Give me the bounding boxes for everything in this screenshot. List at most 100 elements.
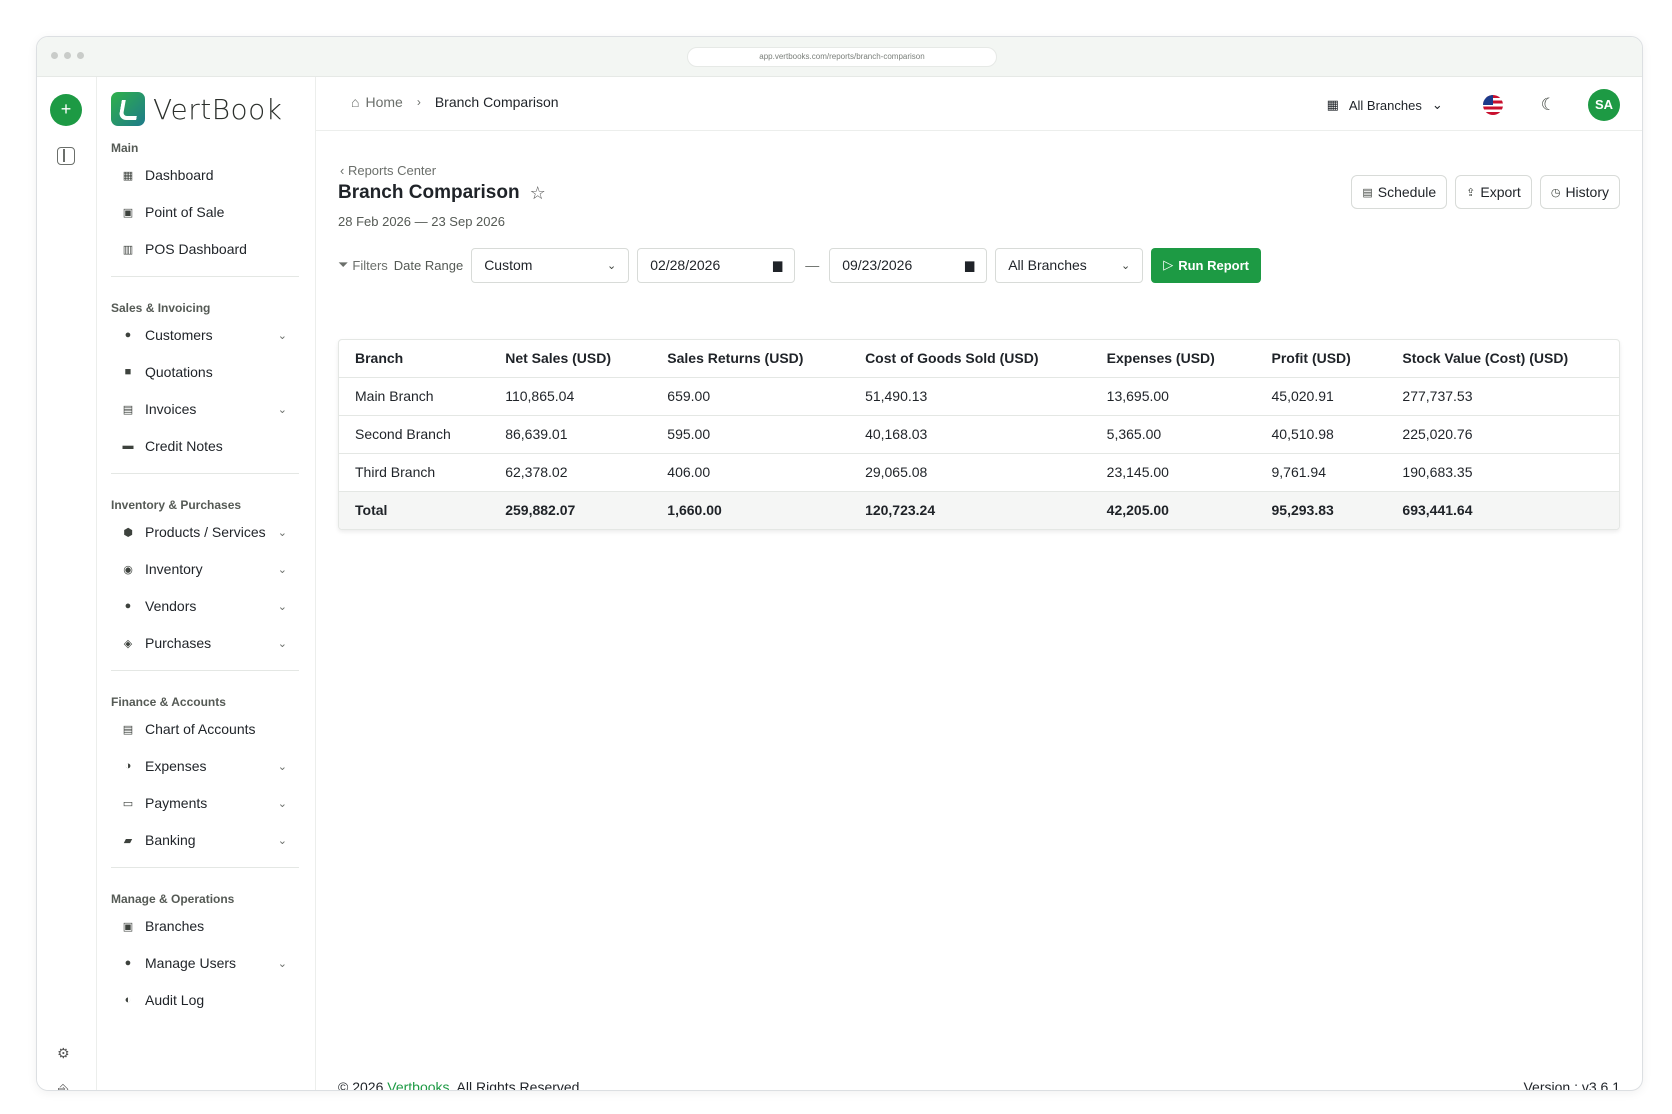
sidebar-item-products-services[interactable]: ⬢ Products / Services ⌄ (121, 518, 287, 546)
sidebar-item-inventory[interactable]: ◉ Inventory ⌄ (121, 555, 287, 583)
sidebar-item-quotations[interactable]: ■ Quotations (121, 358, 287, 386)
chevron-down-icon[interactable]: ⌄ (278, 403, 287, 416)
store-icon: ▦ (1326, 97, 1339, 112)
home-icon[interactable]: ⌂ (351, 94, 359, 110)
run-report-button[interactable]: ▷ Run Report (1151, 247, 1261, 283)
table-total-cell: 1,660.00 (651, 491, 850, 529)
gear-icon[interactable]: ⚙ (57, 1045, 70, 1062)
sidebar-item-customers[interactable]: ● Customers ⌄ (121, 321, 287, 349)
logout-icon[interactable]: ⎆ (58, 1081, 68, 1090)
sidebar-section-title: Main (111, 141, 139, 155)
url-bar[interactable]: app.vertbooks.com/reports/branch-compari… (687, 47, 997, 67)
sidebar-item-manage-users[interactable]: ● Manage Users ⌄ (121, 949, 287, 977)
sidebar-item-label: Expenses (145, 758, 207, 774)
sidebar-item-purchases[interactable]: ◈ Purchases ⌄ (121, 629, 287, 657)
table-cell: 190,683.35 (1386, 453, 1619, 492)
store-icon: ▣ (122, 206, 134, 219)
table-total-cell: 95,293.83 (1255, 491, 1387, 529)
collapse-sidebar-icon[interactable] (57, 147, 75, 165)
avatar[interactable]: SA (1588, 89, 1620, 121)
branch-selector[interactable]: ▦ All Branches ⌄ (1327, 97, 1443, 113)
moon-icon[interactable]: ☾ (1541, 95, 1556, 115)
chevron-down-icon[interactable]: ⌄ (278, 834, 287, 847)
expense-icon: ◑ (124, 760, 132, 772)
sidebar-item-label: Quotations (145, 364, 213, 380)
sidebar-item-payments[interactable]: ▭ Payments ⌄ (121, 789, 287, 817)
branch-comparison-table: Branch Net Sales (USD) Sales Returns (USD)… (338, 339, 1620, 530)
sidebar-section-title: Finance & Accounts (111, 695, 226, 709)
table-header-row: Branch Net Sales (USD) Sales Returns (USD)… (339, 340, 1619, 378)
back-link[interactable]: ‹ Reports Center (340, 163, 436, 178)
column-header: Expenses (USD) (1090, 340, 1256, 378)
calendar-icon: ▤ (1362, 186, 1373, 199)
vertbooks-link[interactable]: Vertbooks (387, 1079, 449, 1090)
export-button[interactable]: ⇪ Export (1455, 175, 1532, 209)
table-cell: 406.00 (651, 453, 850, 492)
table-cell: 277,737.53 (1386, 377, 1619, 416)
sidebar-item-branches[interactable]: ▣ Branches (121, 912, 287, 940)
quote-icon: ■ (124, 366, 132, 378)
chevron-down-icon[interactable]: ⌄ (278, 329, 287, 342)
sidebar-item-dashboard[interactable]: ▦ Dashboard (121, 161, 287, 189)
chevron-down-icon[interactable]: ⌄ (278, 563, 287, 576)
chevron-down-icon[interactable]: ⌄ (278, 637, 287, 650)
breadcrumb-current: Branch Comparison (434, 94, 559, 110)
grid-icon: ▦ (122, 169, 134, 182)
sidebar-item-label: Vendors (145, 598, 197, 614)
chevron-down-icon[interactable]: ⌄ (278, 760, 287, 773)
brand-logo[interactable]: VertBook (111, 92, 283, 126)
calendar-icon[interactable]: ▆ (965, 258, 974, 272)
chevron-down-icon: ⌄ (1120, 259, 1131, 272)
table-total-cell: 120,723.24 (849, 491, 1091, 529)
sidebar-item-label: POS Dashboard (145, 241, 247, 257)
sidebar-item-vendors[interactable]: ● Vendors ⌄ (121, 592, 287, 620)
filters-label: ⏷ Filters (338, 257, 388, 273)
sidebar-item-label: Invoices (145, 401, 197, 417)
vendors-icon: ● (124, 600, 132, 612)
table-cell: 659.00 (651, 377, 850, 416)
export-icon: ⇪ (1466, 186, 1476, 199)
sidebar-item-label: Payments (145, 795, 208, 811)
add-button[interactable]: + (50, 94, 82, 126)
chevron-down-icon[interactable]: ⌄ (278, 600, 287, 613)
chevron-down-icon[interactable]: ⌄ (278, 957, 287, 970)
sidebar-divider (111, 670, 299, 671)
box-icon: ⬢ (123, 526, 133, 539)
chart-bars-icon: ▥ (122, 243, 134, 256)
sidebar-item-point-of-sale[interactable]: ▣ Point of Sale (121, 198, 287, 226)
sidebar-item-pos-dashboard[interactable]: ▥ POS Dashboard (121, 235, 287, 263)
table-cell: Third Branch (339, 453, 490, 492)
date-range-value: Custom (484, 257, 533, 273)
us-flag-icon[interactable] (1482, 95, 1503, 115)
sidebar-item-audit-log[interactable]: ◐ Audit Log (121, 986, 287, 1014)
users-icon: ● (124, 329, 132, 341)
sidebar-item-label: Credit Notes (145, 438, 223, 454)
sidebar-item-label: Point of Sale (145, 204, 225, 220)
app-window: app.vertbooks.com/reports/branch-compari… (36, 36, 1643, 1091)
chevron-down-icon: ⌄ (1431, 97, 1443, 112)
calendar-icon[interactable]: ▆ (773, 258, 782, 272)
sidebar-item-chart-of-accounts[interactable]: ▤ Chart of Accounts (121, 715, 287, 743)
history-button[interactable]: ◷ History (1539, 175, 1620, 209)
sidebar-item-expenses[interactable]: ◑ Expenses ⌄ (121, 752, 287, 780)
sidebar-item-credit-notes[interactable]: ▬ Credit Notes (121, 432, 287, 460)
sidebar-item-banking[interactable]: ▰ Banking ⌄ (121, 826, 287, 854)
breadcrumb-home[interactable]: Home (365, 94, 402, 110)
sidebar-item-invoices[interactable]: ▤ Invoices ⌄ (121, 395, 287, 423)
schedule-button[interactable]: ▤ Schedule (1351, 175, 1448, 209)
date-separator: — (805, 257, 820, 273)
date-range-select[interactable]: Custom ⌄ (471, 247, 630, 283)
chevron-down-icon[interactable]: ⌄ (278, 797, 287, 810)
column-header: Branch (339, 340, 490, 378)
filter-bar: ⏷ Filters Date Range Custom ⌄ 02/28/2026 … (338, 247, 1620, 283)
end-date-input[interactable]: 09/23/2026 ▆ (829, 247, 988, 283)
branch-filter-select[interactable]: All Branches ⌄ (995, 247, 1144, 283)
copyright-prefix: © 2026 (338, 1079, 388, 1091)
wallet-icon: ▬ (122, 440, 134, 452)
chevron-down-icon[interactable]: ⌄ (278, 526, 287, 539)
sidebar-section-title: Manage & Operations (111, 892, 235, 906)
start-date-input[interactable]: 02/28/2026 ▆ (637, 247, 796, 283)
filter-icon: ⏷ (338, 257, 349, 272)
star-icon[interactable]: ☆ (530, 183, 546, 204)
filters-label-text: Filters (352, 257, 388, 273)
